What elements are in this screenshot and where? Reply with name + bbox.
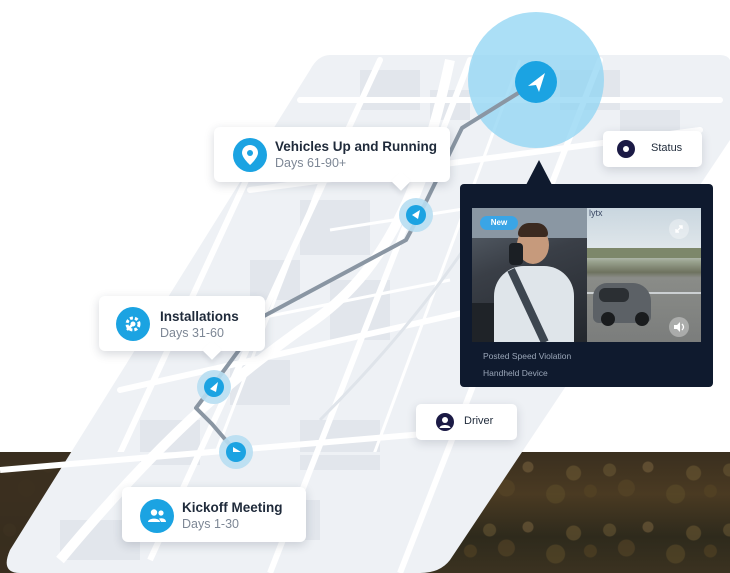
status-dot-icon (617, 140, 635, 158)
expand-icon[interactable] (669, 219, 689, 239)
volume-icon[interactable] (669, 317, 689, 337)
user-icon (436, 413, 454, 431)
status-label: Status (651, 142, 683, 154)
milestone-title: Kickoff Meeting (182, 500, 283, 515)
people-icon (140, 499, 174, 533)
milestone-subtitle: Days 1-30 (182, 517, 239, 531)
milestone-title: Vehicles Up and Running (275, 139, 438, 154)
milestone-card-installations[interactable]: Installations Days 31-60 (99, 296, 265, 360)
event-type-line2: Handheld Device (483, 368, 548, 378)
status-chip[interactable]: Status (603, 131, 702, 167)
milestone-subtitle: Days 61-90+ (275, 156, 347, 170)
event-type-line1: Posted Speed Violation (483, 351, 572, 361)
gear-wrench-icon (116, 307, 150, 341)
milestone-subtitle: Days 31-60 (160, 326, 224, 340)
driver-label: Driver (464, 415, 494, 427)
milestone-title: Installations (160, 309, 239, 324)
brand-watermark: lytx (589, 208, 603, 218)
location-pin-icon (233, 138, 267, 172)
milestone-card-vehicles[interactable]: Vehicles Up and Running Days 61-90+ (214, 127, 450, 191)
driver-chip[interactable]: Driver (416, 404, 517, 440)
milestone-card-kickoff[interactable]: Kickoff Meeting Days 1-30 (122, 487, 306, 542)
new-badge: New (480, 216, 518, 230)
